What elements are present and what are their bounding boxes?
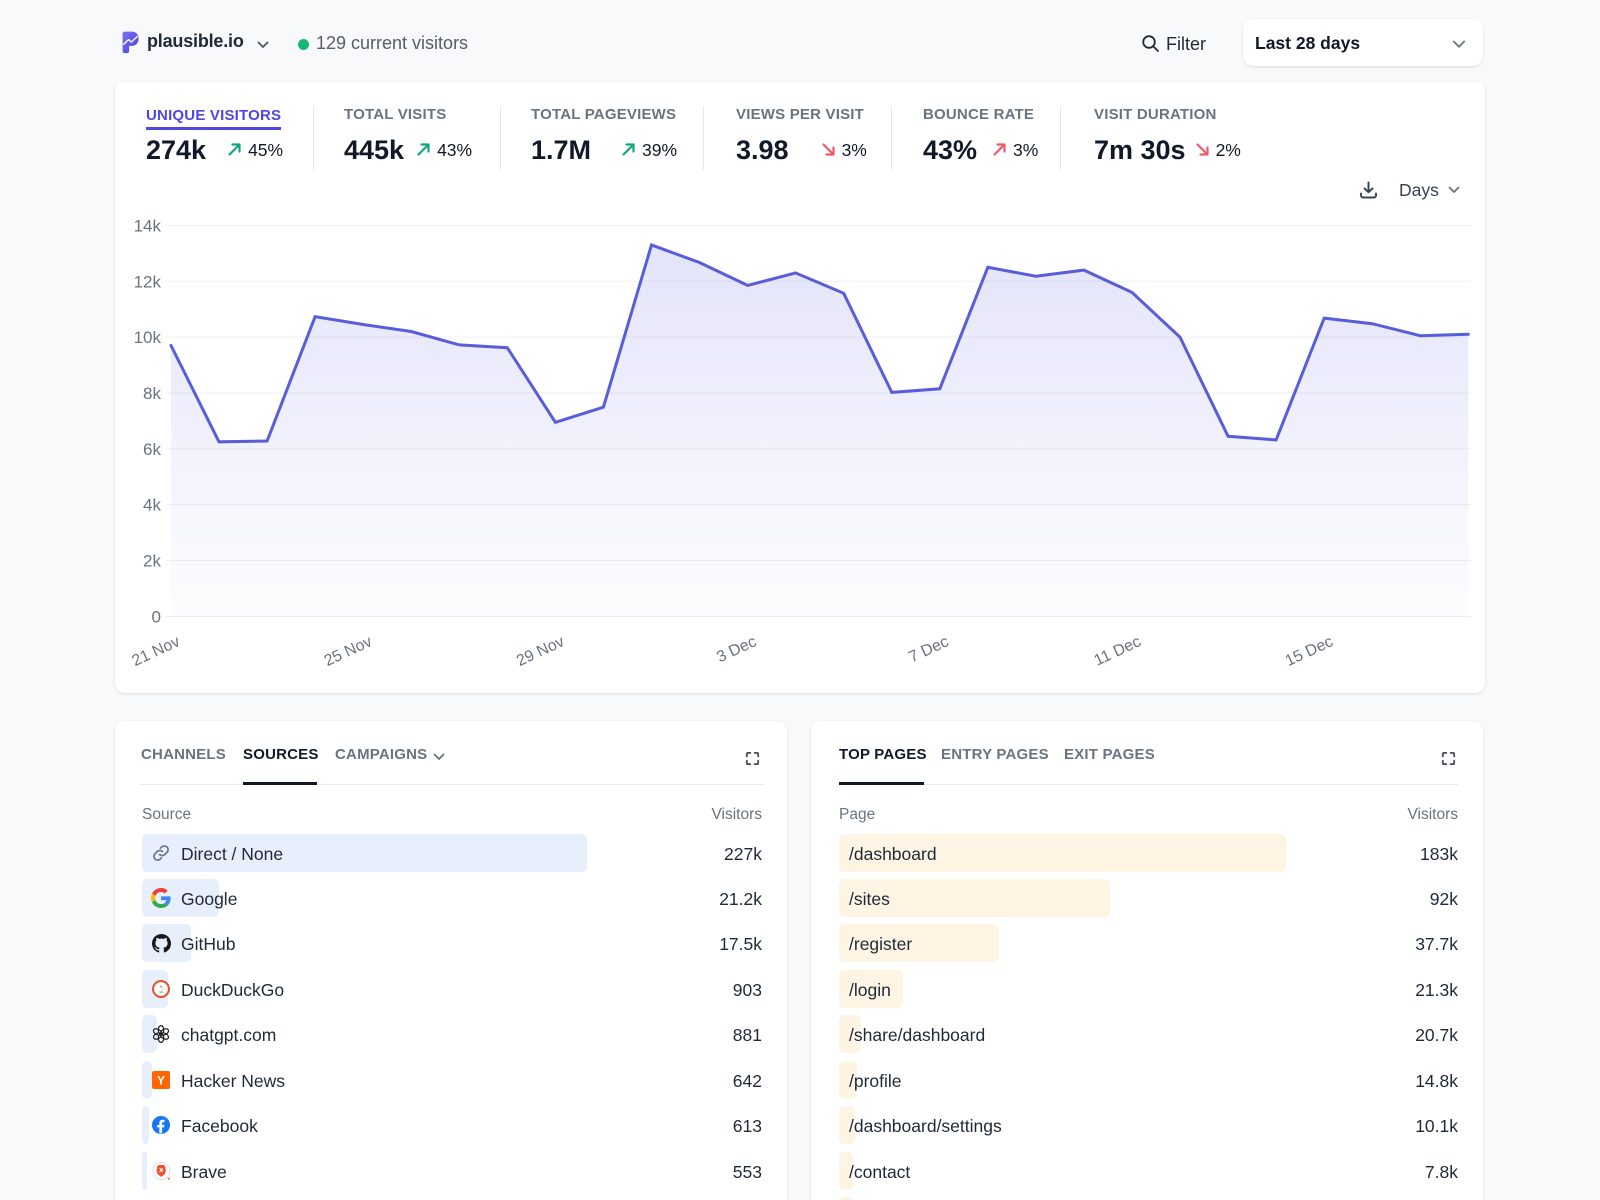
svg-text:4k: 4k	[143, 496, 161, 515]
svg-text:10k: 10k	[134, 328, 162, 347]
svg-text:3 Dec: 3 Dec	[714, 633, 759, 666]
svg-text:2k: 2k	[143, 552, 161, 571]
svg-text:6k: 6k	[143, 440, 161, 459]
svg-text:21 Nov: 21 Nov	[130, 633, 183, 670]
svg-text:8k: 8k	[143, 384, 161, 403]
svg-text:15 Dec: 15 Dec	[1283, 633, 1336, 670]
svg-text:7 Dec: 7 Dec	[906, 633, 951, 666]
svg-text:Y: Y	[157, 1073, 165, 1087]
svg-text:29 Nov: 29 Nov	[514, 633, 567, 670]
svg-text:14k: 14k	[134, 216, 162, 235]
svg-text:12k: 12k	[134, 272, 162, 291]
svg-text:0: 0	[152, 607, 161, 626]
svg-text:25 Nov: 25 Nov	[322, 633, 375, 670]
svg-text:11 Dec: 11 Dec	[1092, 633, 1144, 669]
